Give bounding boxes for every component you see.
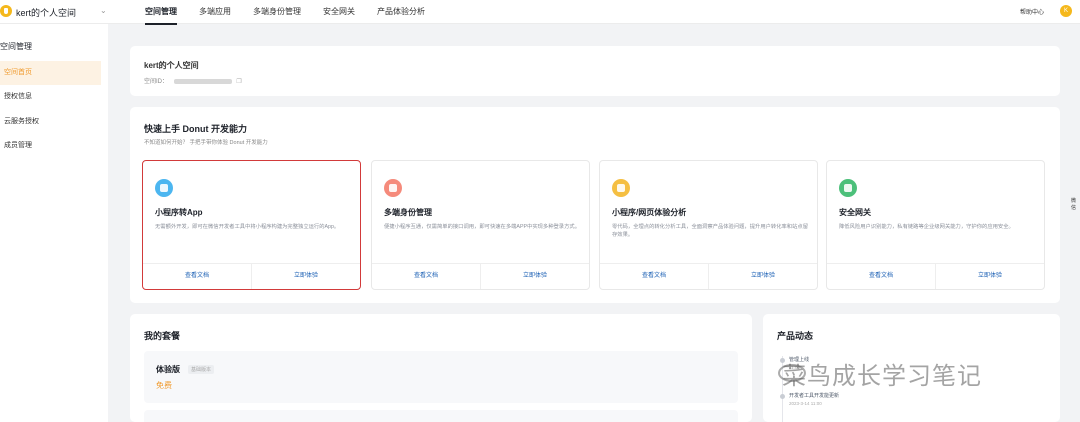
nav-space-management[interactable]: 空间管理 bbox=[145, 0, 177, 25]
news-title: 产品动态 bbox=[777, 331, 814, 341]
plan-card-secondary bbox=[144, 410, 738, 422]
plan-price: 免费 bbox=[156, 381, 172, 390]
shield-icon bbox=[839, 179, 857, 197]
feature-actions: 查看文档 立即体验 bbox=[143, 263, 360, 289]
try-now-button[interactable]: 立即体验 bbox=[935, 264, 1044, 289]
feature-desc: 降低风险用户识别能力，私有链路等企业级网关能力，守护你的应用安全。 bbox=[839, 224, 1014, 230]
identity-icon bbox=[384, 179, 402, 197]
feature-title: 安全网关 bbox=[839, 208, 871, 217]
view-docs-button[interactable]: 查看文档 bbox=[827, 264, 935, 289]
feature-title: 小程序/网页体验分析 bbox=[612, 208, 687, 217]
copy-icon[interactable]: ❐ bbox=[236, 78, 241, 85]
feature-actions: 查看文档 立即体验 bbox=[372, 263, 589, 289]
view-docs-button[interactable]: 查看文档 bbox=[143, 264, 251, 289]
plan-name: 体验版 bbox=[156, 365, 180, 374]
nav-experience-analysis[interactable]: 产品体验分析 bbox=[377, 0, 425, 24]
sidebar-item-members[interactable]: 成员管理 bbox=[0, 134, 101, 158]
space-title: kert的个人空间 bbox=[144, 61, 199, 70]
feature-desc: 零代码，全埋点的转化分析工具，全面洞察产品体验问题，提升用户转化率和站点留存效果… bbox=[612, 224, 808, 238]
edge-float-label[interactable]: 微信 bbox=[1071, 197, 1080, 211]
sidebar: 空间管理 空间首页 授权信息 云服务授权 成员管理 bbox=[0, 24, 108, 422]
sidebar-item-cloud-auth[interactable]: 云服务授权 bbox=[0, 110, 101, 134]
nav-multi-app[interactable]: 多端应用 bbox=[199, 0, 231, 24]
sidebar-title: 空间管理 bbox=[0, 42, 32, 51]
try-now-button[interactable]: 立即体验 bbox=[251, 264, 360, 289]
sidebar-item-home[interactable]: 空间首页 bbox=[0, 61, 101, 85]
help-center-link[interactable]: 帮助中心 bbox=[1020, 7, 1044, 16]
news-date: 2023-3-14 11:00 bbox=[789, 401, 822, 406]
feature-card-mini-to-app[interactable]: 小程序转App 无需额外开发，即可在微信开发者工具中将小程序构建为完整独立运行的… bbox=[142, 160, 361, 290]
feature-card-analytics[interactable]: 小程序/网页体验分析 零代码，全埋点的转化分析工具，全面洞察产品体验问题，提升用… bbox=[599, 160, 818, 290]
view-docs-button[interactable]: 查看文档 bbox=[372, 264, 480, 289]
feature-card-identity[interactable]: 多端身份管理 便捷小程序互通，仅需简单的接口调用，即可快速在多端APP中实现多种… bbox=[371, 160, 590, 290]
space-id-value bbox=[173, 78, 232, 84]
quickstart-panel: 快速上手 Donut 开发能力 不知道如何开始？ 手把手带你体验 Donut 开… bbox=[130, 107, 1060, 303]
feature-title: 多端身份管理 bbox=[384, 208, 432, 217]
plan-panel-title: 我的套餐 bbox=[144, 331, 181, 341]
feature-actions: 查看文档 立即体验 bbox=[600, 263, 817, 289]
timeline-dot bbox=[780, 394, 785, 399]
feature-card-gateway[interactable]: 安全网关 降低风险用户识别能力，私有链路等企业级网关能力，守护你的应用安全。 查… bbox=[826, 160, 1045, 290]
main-nav: 空间管理 多端应用 多端身份管理 安全网关 产品体验分析 bbox=[145, 0, 447, 25]
plan-panel: 我的套餐 体验版 基础版本 免费 bbox=[130, 314, 752, 422]
quickstart-title: 快速上手 Donut 开发能力 bbox=[144, 124, 247, 134]
space-id-label: 空间ID： bbox=[144, 79, 169, 85]
news-item[interactable]: 开发者工具开发能更新 bbox=[789, 392, 839, 399]
feature-actions: 查看文档 立即体验 bbox=[827, 263, 1044, 289]
nav-security-gateway[interactable]: 安全网关 bbox=[323, 0, 355, 24]
nav-identity[interactable]: 多端身份管理 bbox=[253, 0, 301, 24]
analytics-icon bbox=[612, 179, 630, 197]
space-switcher-label[interactable]: kert的个人空间 bbox=[16, 6, 76, 19]
space-info-panel: kert的个人空间 空间ID： ❐ bbox=[130, 46, 1060, 96]
try-now-button[interactable]: 立即体验 bbox=[480, 264, 589, 289]
top-bar: kert的个人空间 ⌄ 空间管理 多端应用 多端身份管理 安全网关 产品体验分析… bbox=[0, 0, 1080, 25]
sidebar-item-auth-info[interactable]: 授权信息 bbox=[0, 85, 101, 109]
view-docs-button[interactable]: 查看文档 bbox=[600, 264, 708, 289]
try-now-button[interactable]: 立即体验 bbox=[708, 264, 817, 289]
feature-desc: 便捷小程序互通，仅需简单的接口调用，即可快速在多端APP中实现多种登录方式。 bbox=[384, 224, 580, 230]
plan-card: 体验版 基础版本 免费 bbox=[144, 351, 738, 403]
avatar[interactable]: K bbox=[1060, 5, 1072, 17]
space-id-row: 空间ID： ❐ bbox=[144, 76, 242, 85]
feature-title: 小程序转App bbox=[155, 208, 203, 217]
feature-desc: 无需额外开发，即可在微信开发者工具中将小程序构建为完整独立运行的App。 bbox=[155, 224, 340, 230]
plan-badge: 基础版本 bbox=[188, 365, 215, 374]
chevron-down-icon[interactable]: ⌄ bbox=[100, 6, 107, 15]
quickstart-subtitle: 不知道如何开始？ 手把手带你体验 Donut 开发能力 bbox=[144, 140, 268, 146]
logo-icon bbox=[0, 5, 12, 17]
watermark: 菜鸟成长学习笔记 bbox=[782, 363, 982, 390]
mini-program-icon bbox=[155, 179, 173, 197]
